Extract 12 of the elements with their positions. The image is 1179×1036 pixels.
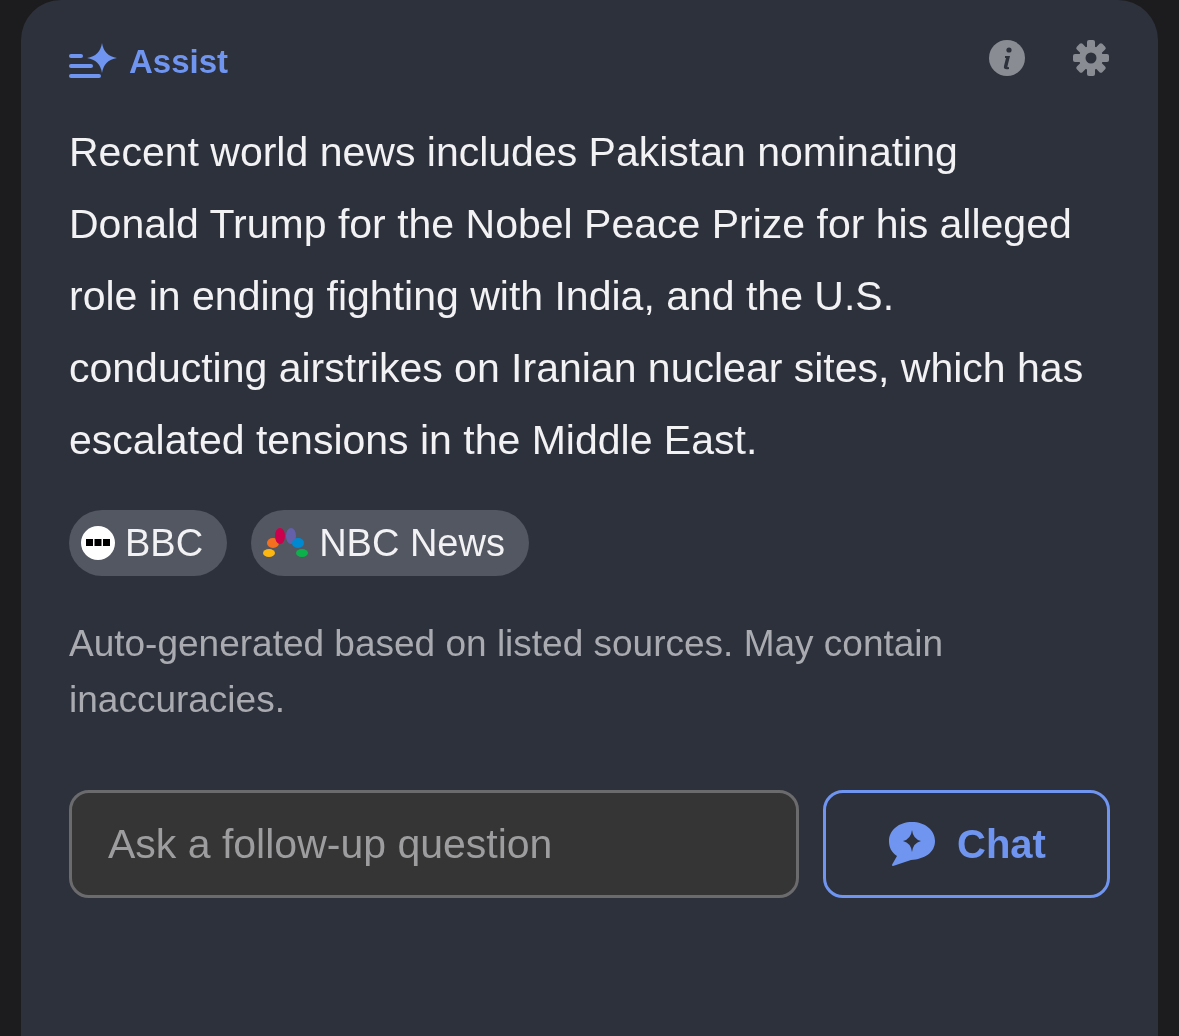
chat-button[interactable]: Chat [823,790,1110,898]
settings-icon[interactable] [1072,39,1110,77]
disclaimer-text: Auto-generated based on listed sources. May contain inaccuracies. [69,622,945,722]
summary-text: Recent world news includes Pakistan nominating Donald Trump for the Nobel Peace Prize for his alleged role in ending fighting with India, and the U.S. conducting airstrikes on Iranian nuclear sites, which has escalated tensions in the Middle East. [69,128,1085,465]
dots-logo-icon [81,526,115,560]
peacock-logo-icon [263,527,310,559]
followup-input-field[interactable]: Ask a follow-up question [69,790,799,898]
chat-bubble-icon [887,820,938,868]
source-chip[interactable]: NBC News [251,510,529,576]
assist-title: Assist [129,43,229,81]
info-icon[interactable] [988,39,1026,77]
source-chip[interactable]: BBC [69,510,228,576]
